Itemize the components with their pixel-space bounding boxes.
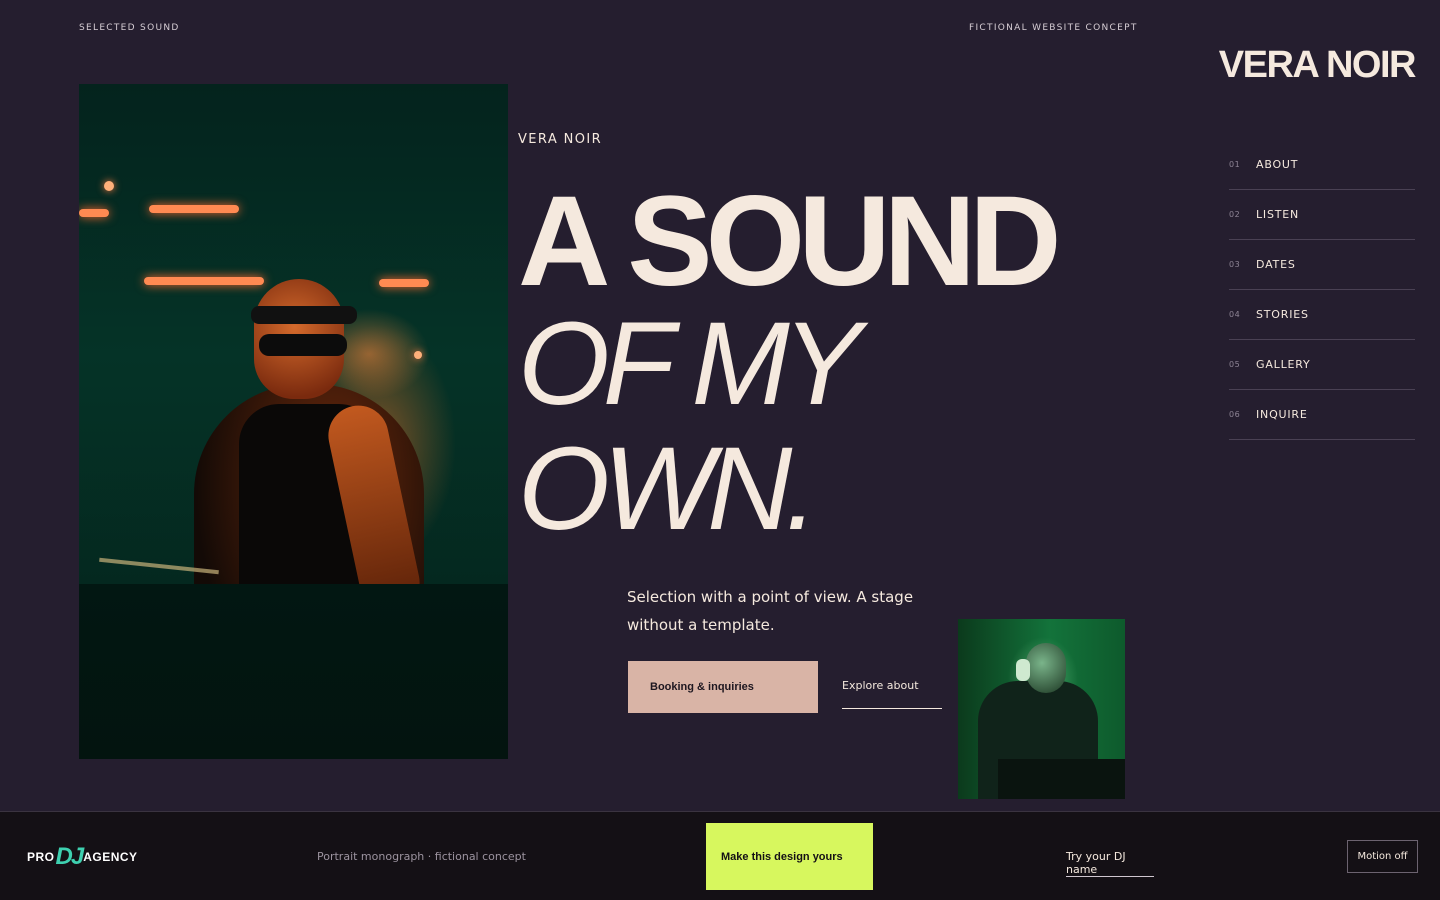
booking-button[interactable]: Booking & inquiries: [628, 661, 818, 713]
nav-item-label: STORIES: [1256, 308, 1309, 321]
hero-eyebrow: VERA NOIR: [518, 132, 603, 147]
secondary-dj-image: [958, 619, 1125, 799]
site-tagline: SELECTED SOUND: [79, 23, 180, 33]
stage-light: [104, 181, 114, 191]
nav-item-label: ABOUT: [1256, 158, 1299, 171]
stage-light: [79, 209, 109, 217]
stage-light: [379, 279, 429, 287]
nav-item-about[interactable]: 01 ABOUT: [1229, 140, 1415, 190]
logo-text-right: AGENCY: [83, 850, 138, 864]
nav-item-stories[interactable]: 04 STORIES: [1229, 290, 1415, 340]
brand-logo[interactable]: VERA NOIR: [1219, 44, 1417, 87]
try-dj-name-link[interactable]: Try your DJ name: [1066, 850, 1154, 877]
explore-about-link[interactable]: Explore about: [842, 679, 942, 709]
agency-logo[interactable]: PRO DJ AGENCY: [27, 843, 138, 871]
concept-note: FICTIONAL WEBSITE CONCEPT: [969, 23, 1138, 33]
nav-item-number: 01: [1229, 160, 1241, 169]
main-nav: 01 ABOUT 02 LISTEN 03 DATES 04 STORIES 0…: [1229, 140, 1415, 440]
logo-dj-mark: DJ: [55, 843, 85, 870]
hero-lede: Selection with a point of view. A stage …: [627, 588, 914, 634]
dj-deck: [998, 759, 1125, 799]
hero-headline-line-2: OF MY: [518, 298, 862, 430]
nav-item-label: GALLERY: [1256, 358, 1311, 371]
dj-figure: [259, 334, 347, 356]
hero-portrait-image: [79, 84, 508, 759]
nav-item-number: 05: [1229, 360, 1241, 369]
nav-item-dates[interactable]: 03 DATES: [1229, 240, 1415, 290]
nav-item-listen[interactable]: 02 LISTEN: [1229, 190, 1415, 240]
nav-item-number: 02: [1229, 210, 1241, 219]
dj-figure: [251, 306, 357, 324]
nav-item-label: LISTEN: [1256, 208, 1300, 221]
nav-item-label: DATES: [1256, 258, 1296, 271]
stage-light: [414, 351, 422, 359]
nav-item-number: 06: [1229, 410, 1241, 419]
nav-item-number: 04: [1229, 310, 1241, 319]
hero-headline-line-1: A SOUND: [518, 170, 1061, 313]
make-design-yours-button[interactable]: Make this design yours: [706, 823, 873, 890]
footer-bar: PRO DJ AGENCY Portrait monograph · ficti…: [0, 811, 1440, 900]
nav-item-number: 03: [1229, 260, 1241, 269]
logo-text-left: PRO: [27, 850, 55, 864]
hero-headline-line-3: OWN.: [518, 423, 818, 555]
stage-light: [144, 277, 264, 285]
nav-item-inquire[interactable]: 06 INQUIRE: [1229, 390, 1415, 440]
footer-caption: Portrait monograph · fictional concept: [317, 850, 526, 863]
nav-item-gallery[interactable]: 05 GALLERY: [1229, 340, 1415, 390]
dj-deck: [79, 584, 508, 759]
dj-figure: [1026, 643, 1066, 693]
nav-item-label: INQUIRE: [1256, 408, 1308, 421]
stage-light: [149, 205, 239, 213]
headphones: [1016, 659, 1030, 681]
motion-toggle-button[interactable]: Motion off: [1347, 840, 1418, 873]
